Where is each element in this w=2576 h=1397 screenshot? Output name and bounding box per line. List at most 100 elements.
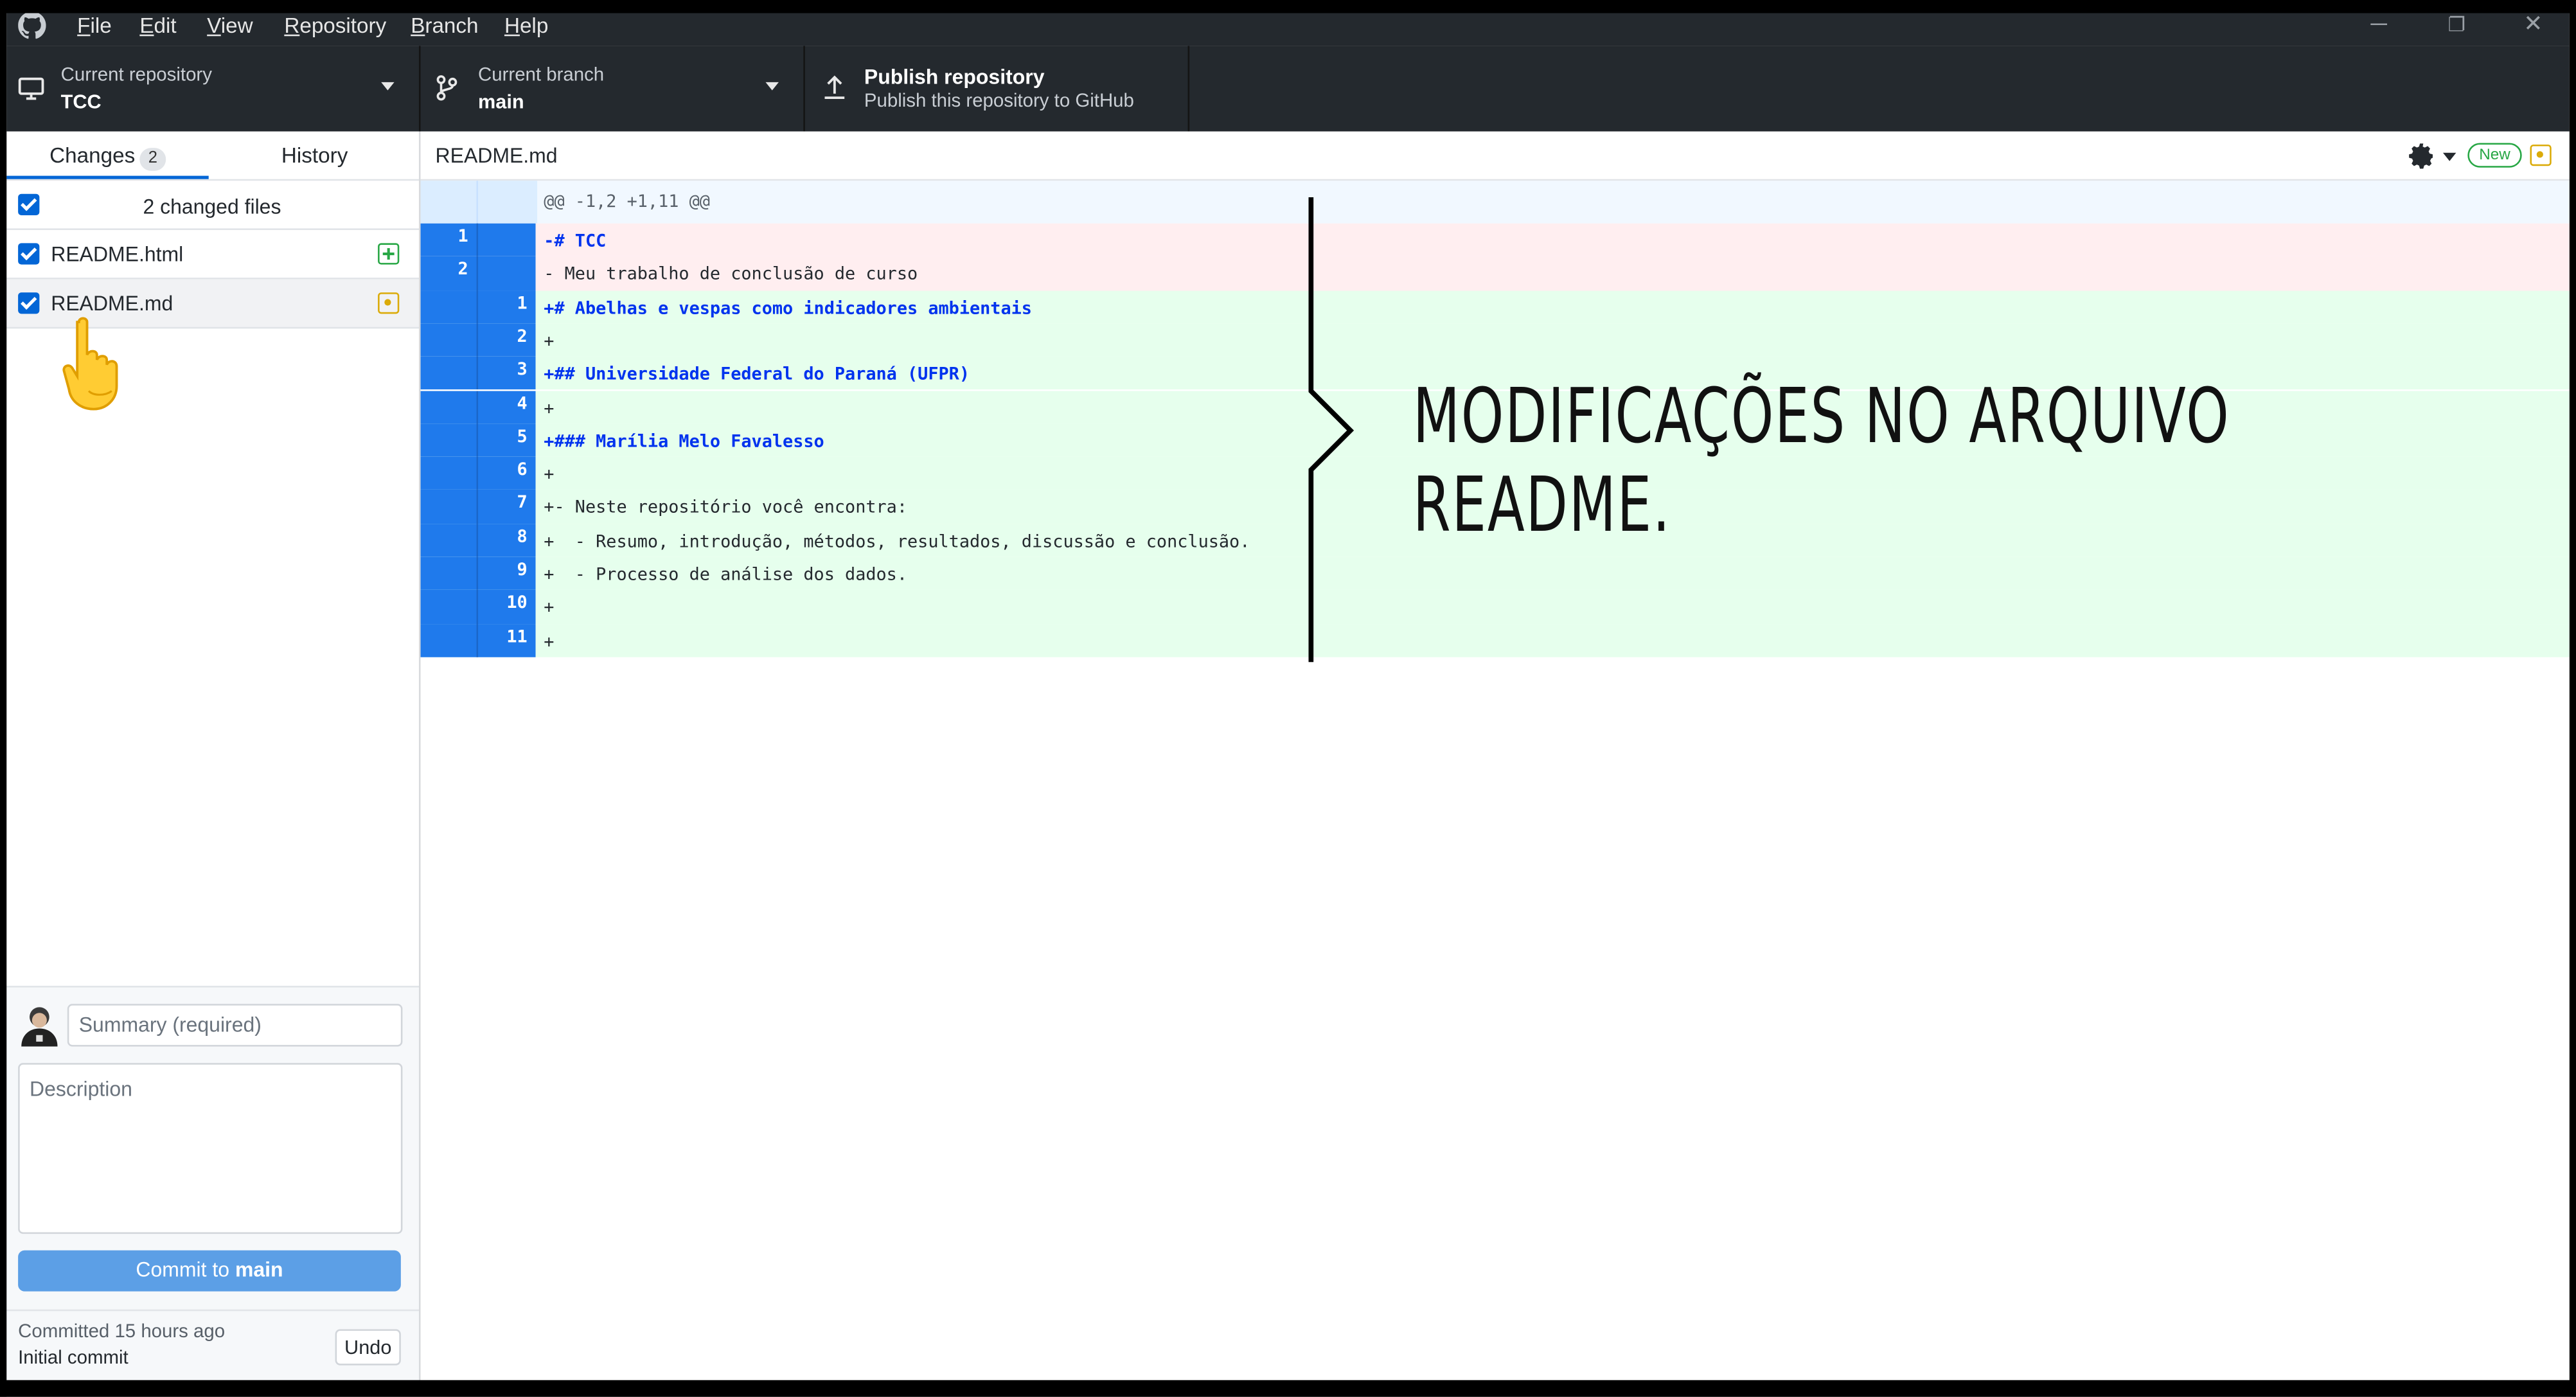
annotation-text: MODIFICAÇÕES NO ARQUIVO README. xyxy=(1412,371,2230,549)
branch-label: Current branch xyxy=(478,66,605,85)
file-modified-icon xyxy=(378,292,400,314)
gutter-old xyxy=(420,181,477,224)
tab-history[interactable]: History xyxy=(210,132,419,178)
publish-repository-button[interactable]: Publish repository Publish this reposito… xyxy=(805,46,1190,132)
gear-icon[interactable] xyxy=(2407,141,2437,171)
window-frame-top xyxy=(0,0,2576,13)
old-line-number[interactable] xyxy=(420,590,477,624)
tab-changes[interactable]: Changes 2 xyxy=(6,132,208,178)
chevron-down-icon xyxy=(381,82,395,91)
hunk-header: @@ -1,2 +1,11 @@ xyxy=(544,192,710,212)
diff-line-text: +### Marília Melo Favalesso xyxy=(544,431,824,452)
minimize-icon[interactable]: ─ xyxy=(2370,10,2386,36)
close-icon[interactable]: ✕ xyxy=(2523,10,2543,37)
file-name: README.html xyxy=(51,243,184,267)
file-checkbox[interactable] xyxy=(18,292,40,314)
new-line-number[interactable]: 3 xyxy=(476,357,536,391)
old-line-number[interactable] xyxy=(420,390,477,424)
commit-branch-name: main xyxy=(235,1258,283,1282)
diff-line-text: + - Resumo, introdução, métodos, resulta… xyxy=(544,531,1250,552)
desktop-icon xyxy=(18,77,44,100)
diff-line-added: 9 + - Processo de análise dos dados. xyxy=(420,556,2570,591)
diff-line-text: +- Neste repositório você encontra: xyxy=(544,498,908,519)
avatar xyxy=(20,1004,59,1047)
commit-button-label: Commit to xyxy=(136,1258,235,1282)
window-frame-right xyxy=(2569,0,2576,1397)
menu-edit[interactable]: Edit xyxy=(139,13,176,37)
sidebar: Changes 2 History 2 changed files README.… xyxy=(6,131,421,1382)
file-checkbox[interactable] xyxy=(18,243,40,265)
file-list-item[interactable]: README.html xyxy=(6,230,419,280)
diff-line-text: + - Processo de análise dos dados. xyxy=(544,565,908,585)
old-line-number[interactable] xyxy=(420,423,477,458)
commit-button[interactable]: Commit to main xyxy=(18,1250,401,1292)
old-line-number[interactable]: 1 xyxy=(420,223,477,257)
new-line-number[interactable] xyxy=(476,223,536,257)
active-tab-indicator xyxy=(6,175,209,179)
diff-file-name: README.md xyxy=(435,144,558,168)
publish-subtitle: Publish this repository to GitHub xyxy=(864,92,1134,112)
description-textarea[interactable]: Description xyxy=(18,1063,403,1234)
new-line-number[interactable]: 10 xyxy=(476,590,536,624)
diff-line-text: +# Abelhas e vespas como indicadores amb… xyxy=(544,298,1032,318)
sidebar-tabs: Changes 2 History xyxy=(6,132,419,181)
menu-repository[interactable]: Repository xyxy=(284,13,386,37)
new-line-number[interactable]: 4 xyxy=(476,390,536,424)
old-line-number[interactable] xyxy=(420,323,477,357)
new-line-number[interactable]: 2 xyxy=(476,323,536,357)
old-line-number[interactable] xyxy=(420,357,477,391)
changed-files-count: 2 changed files xyxy=(143,195,281,219)
menu-branch[interactable]: Branch xyxy=(411,13,478,37)
diff-line-text: - Meu trabalho de conclusão de curso xyxy=(544,265,918,285)
hunk-header-row: @@ -1,2 +1,11 @@ xyxy=(420,181,2570,224)
branch-icon xyxy=(436,75,457,101)
new-line-number[interactable]: 11 xyxy=(476,623,536,657)
summary-input[interactable]: Summary (required) xyxy=(67,1004,403,1047)
window-frame-left xyxy=(0,0,7,1397)
diff-line-text: + xyxy=(544,332,555,351)
chevron-down-icon[interactable] xyxy=(2442,152,2456,161)
old-line-number[interactable] xyxy=(420,290,477,324)
menu-help[interactable]: Help xyxy=(504,13,548,37)
diff-line-text: +## Universidade Federal do Paraná (UFPR… xyxy=(544,365,970,385)
commit-panel: Summary (required) Description Commit to… xyxy=(6,986,419,1382)
file-added-icon xyxy=(378,243,400,265)
repository-selector[interactable]: Current repository TCC xyxy=(6,46,421,132)
old-line-number[interactable] xyxy=(420,556,477,591)
diff-line-text: + xyxy=(544,398,555,418)
changed-files-header: 2 changed files xyxy=(6,181,419,230)
old-line-number[interactable] xyxy=(420,623,477,657)
menu-file[interactable]: File xyxy=(77,13,112,37)
summary-placeholder: Summary (required) xyxy=(78,1013,262,1037)
old-line-number[interactable] xyxy=(420,457,477,490)
window-frame-bottom xyxy=(0,1380,2576,1397)
diff-line-text: + xyxy=(544,465,555,485)
menu-view[interactable]: View xyxy=(207,13,253,37)
new-line-number[interactable]: 8 xyxy=(476,523,536,557)
restore-icon[interactable]: ❐ xyxy=(2448,13,2466,36)
chevron-down-icon xyxy=(765,82,779,91)
new-line-number[interactable] xyxy=(476,256,536,290)
branch-selector[interactable]: Current branch main xyxy=(421,46,805,132)
select-all-checkbox[interactable] xyxy=(18,193,40,215)
toolbar: Current repository TCC Current branch ma… xyxy=(6,46,2570,132)
undo-button[interactable]: Undo xyxy=(335,1329,401,1366)
file-modified-icon xyxy=(2530,144,2552,166)
new-line-number[interactable]: 1 xyxy=(476,290,536,324)
new-line-number[interactable]: 5 xyxy=(476,423,536,458)
diff-header: README.md New xyxy=(420,131,2570,181)
description-placeholder: Description xyxy=(30,1078,132,1101)
diff-line-added: 11 + xyxy=(420,623,2570,657)
old-line-number[interactable] xyxy=(420,523,477,557)
new-line-number[interactable]: 9 xyxy=(476,556,536,591)
diff-line-text: + xyxy=(544,598,555,619)
repository-label: Current repository xyxy=(60,66,212,85)
new-badge: New xyxy=(2467,143,2522,168)
diff-line-deleted: 2 - Meu trabalho de conclusão de curso xyxy=(420,256,2570,290)
old-line-number[interactable] xyxy=(420,490,477,524)
new-line-number[interactable]: 7 xyxy=(476,490,536,524)
last-commit-time: Committed 15 hours ago xyxy=(18,1322,226,1342)
new-line-number[interactable]: 6 xyxy=(476,457,536,490)
old-line-number[interactable]: 2 xyxy=(420,256,477,290)
changes-count-badge: 2 xyxy=(139,148,166,171)
